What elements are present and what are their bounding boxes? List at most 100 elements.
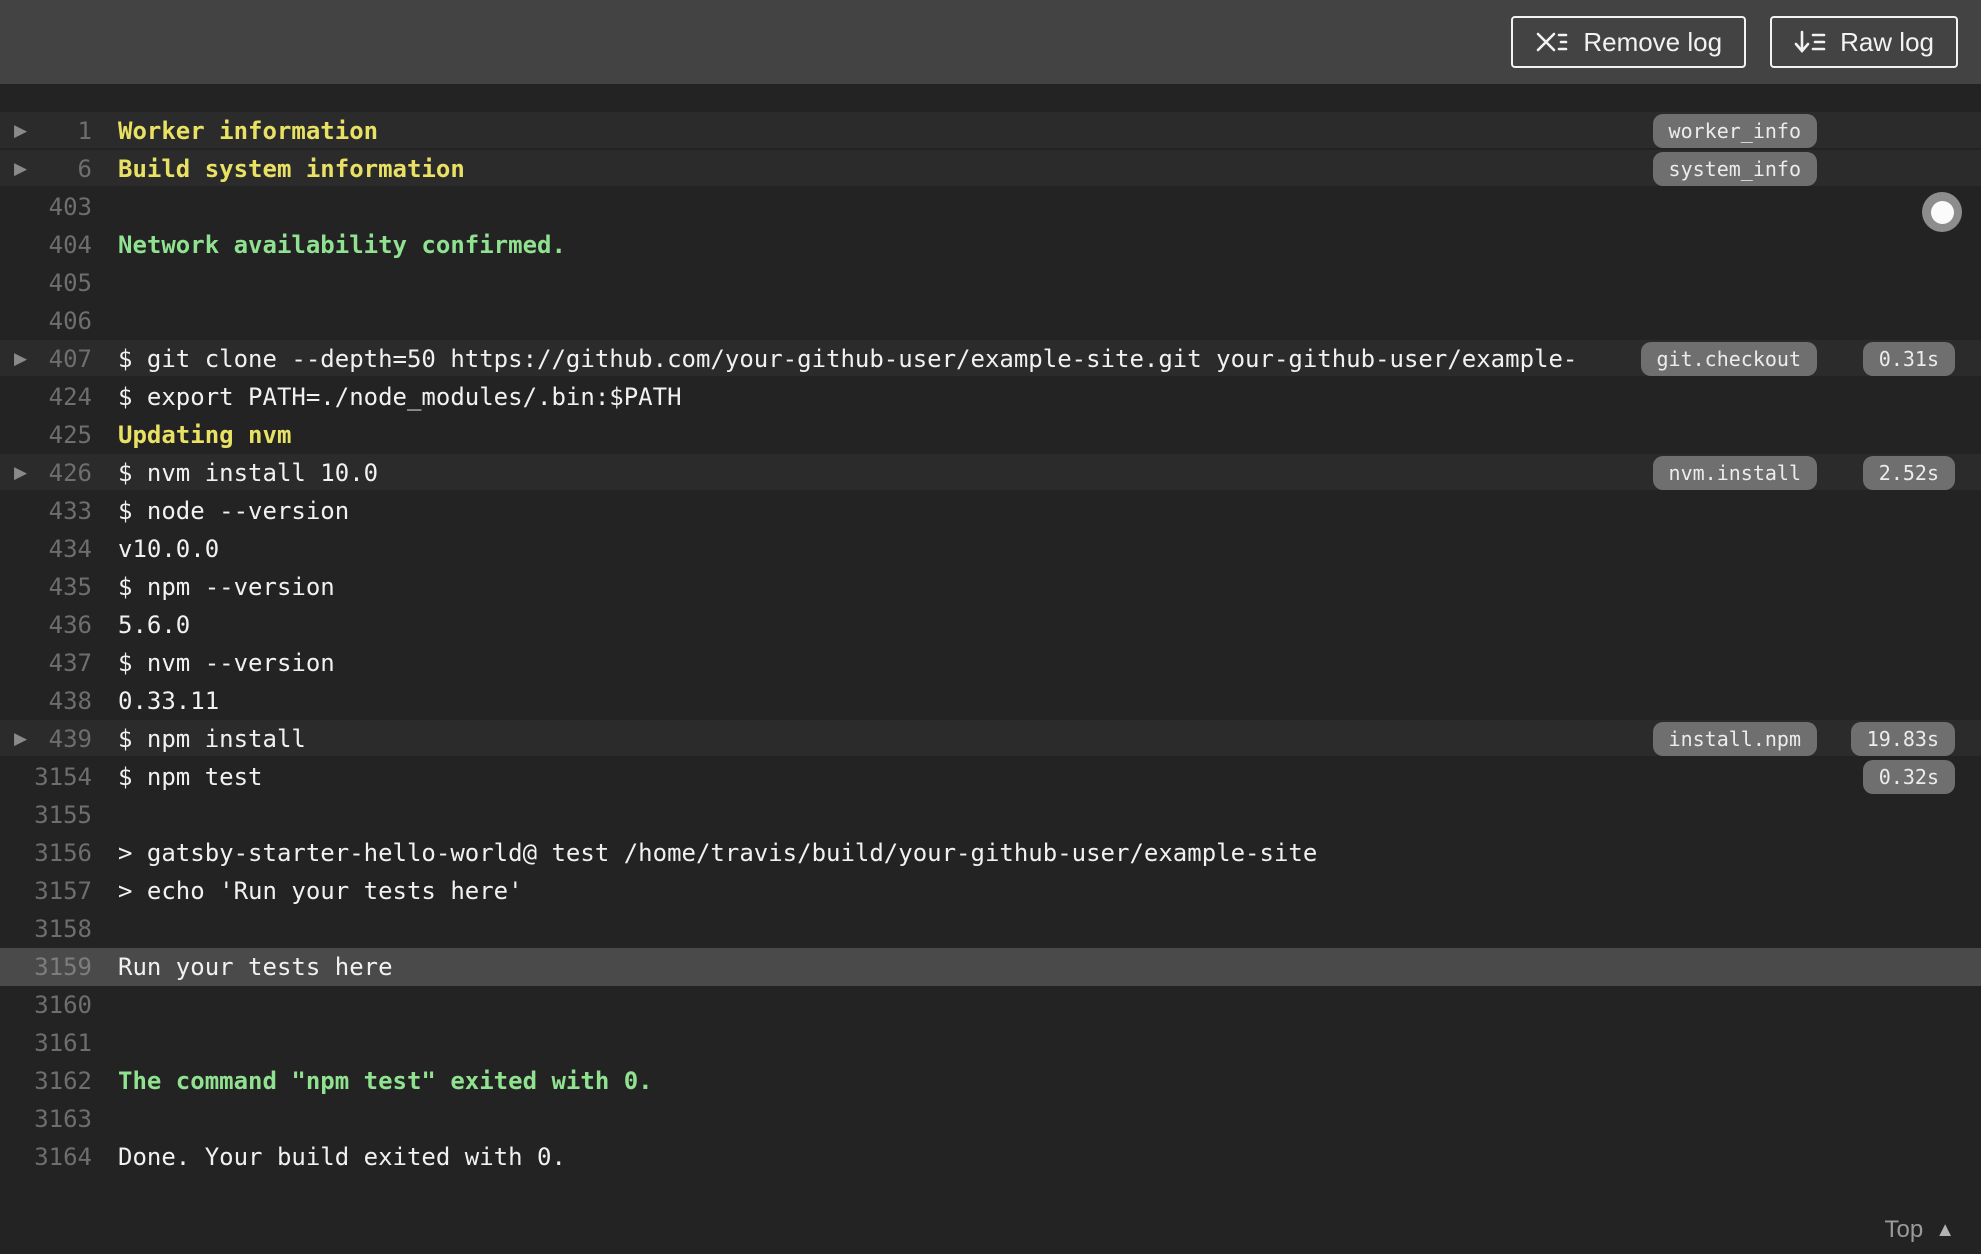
log-footer: Top ▲ (0, 1206, 1981, 1254)
duration-slot: 2.52s (1817, 456, 1955, 490)
fold-toggle-icon[interactable]: ▶ (14, 112, 27, 150)
log-line: ▶ 404 Network availability confirmed. (0, 226, 1981, 264)
log-line: ▶ 3156 > gatsby-starter-hello-world@ tes… (0, 834, 1981, 872)
line-text: $ npm install (118, 725, 306, 753)
log-line: ▶ 3160 (0, 986, 1981, 1024)
duration-slot: 0.31s (1817, 342, 1955, 376)
line-text: v10.0.0 (118, 535, 220, 563)
line-text: Build system information (118, 155, 465, 183)
raw-log-icon (1794, 29, 1826, 55)
fold-name-badge: git.checkout (1640, 342, 1817, 376)
scroll-to-top-link[interactable]: Top ▲ (1885, 1216, 1956, 1244)
line-number[interactable]: 404 (0, 231, 92, 259)
line-number[interactable]: 3156 (0, 839, 92, 867)
log-line: ▶ 405 (0, 264, 1981, 302)
line-text: Run your tests here (118, 953, 393, 981)
log-line: ▶ 3163 (0, 1100, 1981, 1138)
duration-slot: 19.83s (1817, 722, 1955, 756)
log-line: ▶ 3162 The command "npm test" exited wit… (0, 1062, 1981, 1100)
log-lines: ▶ 1 Worker information worker_info ▶ 6 B… (0, 112, 1981, 1176)
log-line: ▶ 6 Build system information system_info (0, 150, 1981, 188)
raw-log-button[interactable]: Raw log (1770, 16, 1958, 68)
build-log: ▶ 1 Worker information worker_info ▶ 6 B… (0, 84, 1981, 1243)
scroll-position-indicator[interactable] (1922, 192, 1962, 232)
line-number[interactable]: 425 (0, 421, 92, 449)
line-text: $ git clone --depth=50 https://github.co… (118, 345, 1578, 373)
top-link-label: Top (1884, 1216, 1924, 1243)
log-line: ▶ 3161 (0, 1024, 1981, 1062)
line-number[interactable]: 437 (0, 649, 92, 677)
log-line: ▶ 1 Worker information worker_info (0, 112, 1981, 150)
log-line: ▶ 438 0.33.11 (0, 682, 1981, 720)
line-number[interactable]: 436 (0, 611, 92, 639)
log-line: ▶ 433 $ node --version (0, 492, 1981, 530)
line-number[interactable]: 3160 (0, 991, 92, 1019)
log-line: ▶ 437 $ nvm --version (0, 644, 1981, 682)
line-text: > gatsby-starter-hello-world@ test /home… (118, 839, 1318, 867)
line-text: 5.6.0 (118, 611, 191, 639)
log-line: ▶ 435 $ npm --version (0, 568, 1981, 606)
line-number[interactable]: 438 (0, 687, 92, 715)
fold-name-badge: system_info (1652, 152, 1817, 186)
log-line: ▶ 426 $ nvm install 10.0 nvm.install 2.5… (0, 454, 1981, 492)
line-number[interactable]: 433 (0, 497, 92, 525)
chevron-up-icon: ▲ (1935, 1218, 1955, 1241)
line-text: Worker information (118, 117, 379, 145)
duration-badge: 19.83s (1850, 722, 1955, 756)
duration-slot: 0.32s (1817, 760, 1955, 794)
scroll-position-dot-icon (1930, 200, 1954, 224)
log-toolbar: Remove log Raw log (0, 0, 1981, 84)
line-number[interactable]: 405 (0, 269, 92, 297)
line-number[interactable]: 3164 (0, 1143, 92, 1171)
line-number[interactable]: 3163 (0, 1105, 92, 1133)
line-number[interactable]: 424 (0, 383, 92, 411)
fold-name-badge: nvm.install (1652, 456, 1817, 490)
line-number[interactable]: 3155 (0, 801, 92, 829)
log-line: ▶ 3157 > echo 'Run your tests here' (0, 872, 1981, 910)
log-line: ▶ 439 $ npm install install.npm 19.83s (0, 720, 1981, 758)
line-number[interactable]: 403 (0, 193, 92, 221)
fold-toggle-icon[interactable]: ▶ (14, 454, 27, 492)
line-number[interactable]: 3159 (0, 953, 92, 981)
remove-log-button[interactable]: Remove log (1511, 16, 1747, 68)
line-number[interactable]: 3158 (0, 915, 92, 943)
line-number[interactable]: 3154 (0, 763, 92, 791)
raw-log-label: Raw log (1840, 26, 1934, 57)
line-text: $ export PATH=./node_modules/.bin:$PATH (118, 383, 682, 411)
line-number[interactable]: 435 (0, 573, 92, 601)
line-number[interactable]: 406 (0, 307, 92, 335)
log-line: ▶ 403 (0, 188, 1981, 226)
line-number[interactable]: 3162 (0, 1067, 92, 1095)
log-line: ▶ 436 5.6.0 (0, 606, 1981, 644)
fold-name-badge: worker_info (1652, 114, 1817, 148)
line-text: $ npm --version (118, 573, 335, 601)
fold-name-badge: install.npm (1652, 722, 1817, 756)
fold-toggle-icon[interactable]: ▶ (14, 340, 27, 378)
remove-log-label: Remove log (1583, 26, 1723, 57)
line-text: Updating nvm (118, 421, 292, 449)
line-text: $ node --version (118, 497, 350, 525)
line-text: > echo 'Run your tests here' (118, 877, 523, 905)
line-number[interactable]: 3157 (0, 877, 92, 905)
duration-badge: 0.31s (1862, 342, 1955, 376)
line-text: Done. Your build exited with 0. (118, 1143, 566, 1171)
log-line: ▶ 3159 Run your tests here (0, 948, 1981, 986)
log-line: ▶ 3154 $ npm test 0.32s (0, 758, 1981, 796)
log-line: ▶ 3155 (0, 796, 1981, 834)
line-text: 0.33.11 (118, 687, 220, 715)
log-line: ▶ 434 v10.0.0 (0, 530, 1981, 568)
line-text: $ nvm install 10.0 (118, 459, 379, 487)
log-line: ▶ 3164 Done. Your build exited with 0. (0, 1138, 1981, 1176)
log-line: ▶ 425 Updating nvm (0, 416, 1981, 454)
line-text: $ npm test (118, 763, 263, 791)
line-number[interactable]: 3161 (0, 1029, 92, 1057)
log-line: ▶ 3158 (0, 910, 1981, 948)
line-text: The command "npm test" exited with 0. (118, 1067, 653, 1095)
fold-toggle-icon[interactable]: ▶ (14, 150, 27, 188)
line-number[interactable]: 434 (0, 535, 92, 563)
fold-toggle-icon[interactable]: ▶ (14, 720, 27, 758)
duration-badge: 0.32s (1862, 760, 1955, 794)
duration-badge: 2.52s (1862, 456, 1955, 490)
log-line: ▶ 424 $ export PATH=./node_modules/.bin:… (0, 378, 1981, 416)
line-text: $ nvm --version (118, 649, 335, 677)
